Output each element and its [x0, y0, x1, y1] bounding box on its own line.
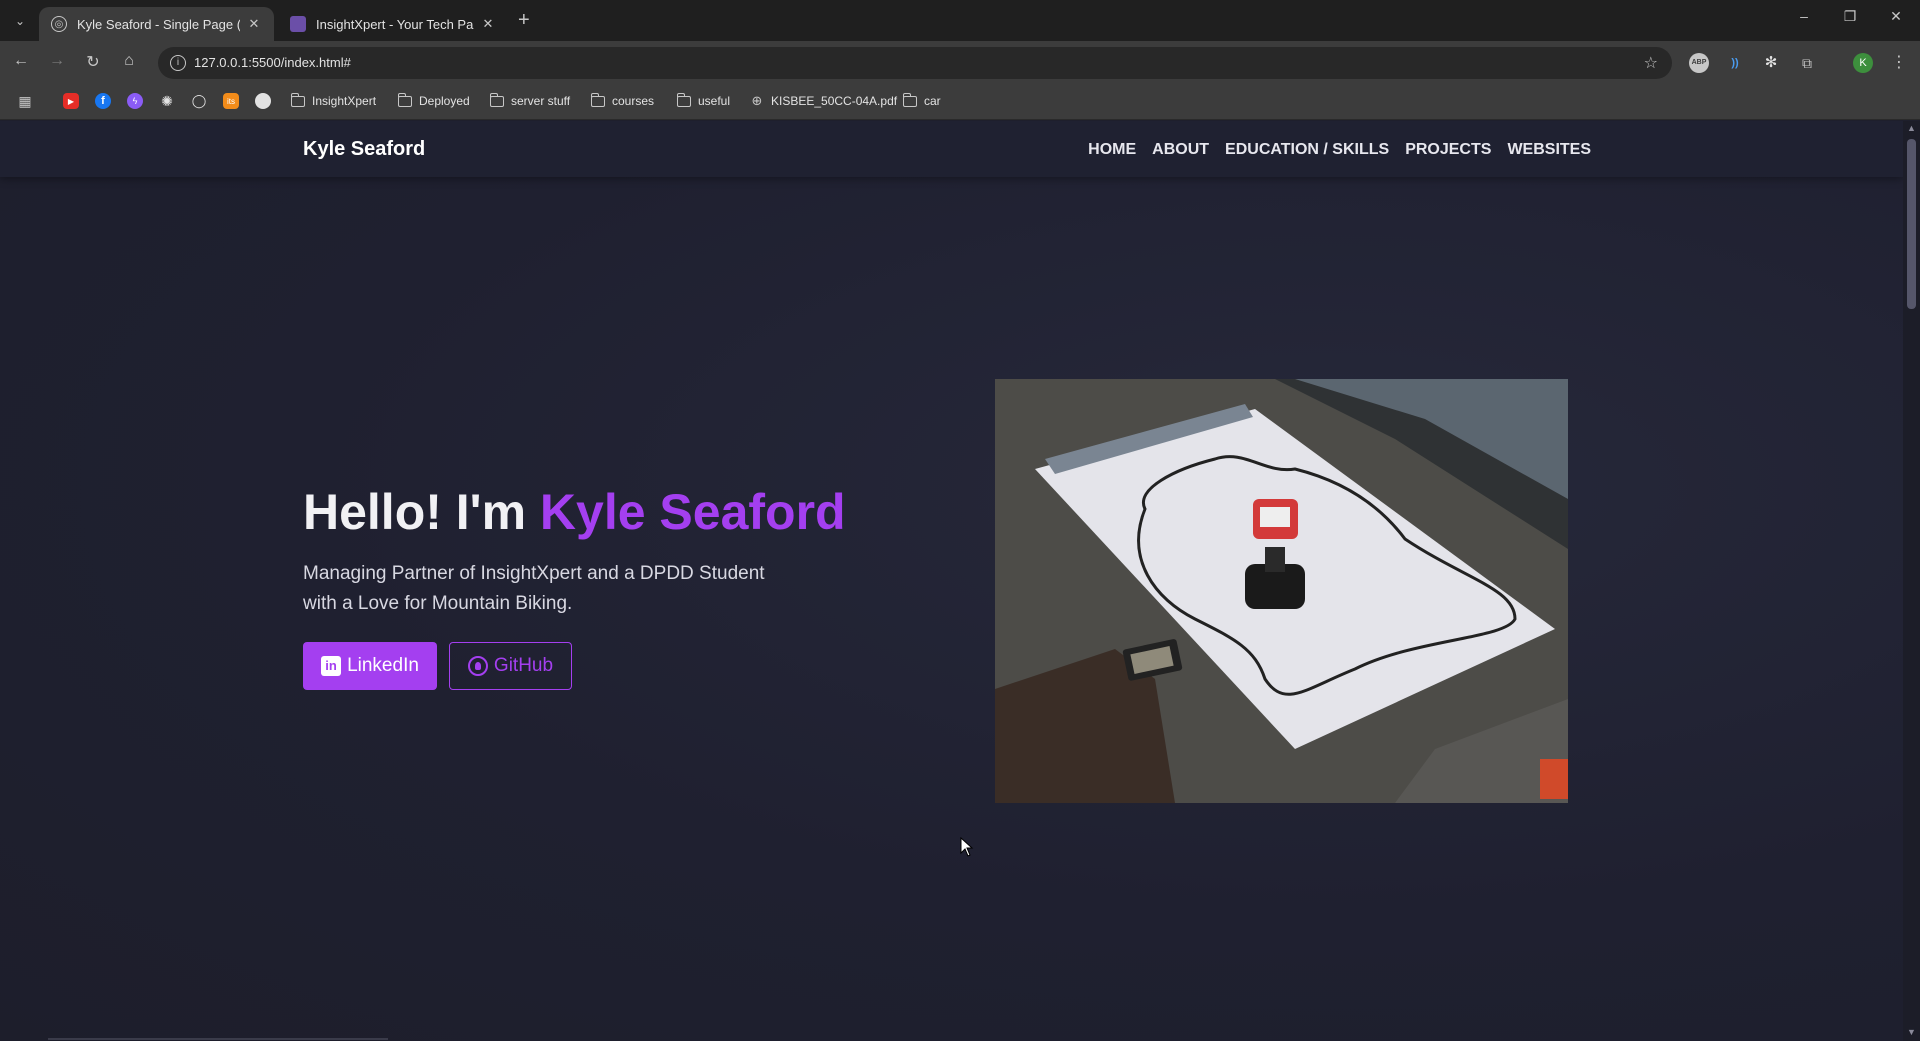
- its-bookmark-icon[interactable]: its: [223, 93, 245, 109]
- new-tab-plus-icon[interactable]: +: [518, 10, 530, 30]
- browser-tab-bar: ⌄ ◎ Kyle Seaford - Single Page (Dar ✕ In…: [0, 0, 1920, 41]
- gear-extension-icon[interactable]: ✻: [1761, 53, 1781, 73]
- scroll-down-arrow-icon[interactable]: ▼: [1907, 1027, 1916, 1037]
- scrollbar-thumb[interactable]: [1907, 139, 1916, 309]
- folder-icon: [590, 92, 606, 109]
- adblock-extension-icon[interactable]: ABP: [1689, 53, 1709, 73]
- close-tab-icon[interactable]: ✕: [480, 16, 496, 32]
- nav-link-home[interactable]: HOME: [1088, 141, 1136, 159]
- linkedin-icon: in: [321, 656, 342, 676]
- bookmark-star-icon[interactable]: ☆: [1644, 53, 1658, 73]
- github-button-label: GitHub: [493, 655, 554, 676]
- robot-track-photo-illustration: [995, 379, 1568, 803]
- youtube-bookmark-icon[interactable]: ▶: [63, 93, 85, 109]
- folder-icon: [397, 92, 413, 109]
- tab-title: Kyle Seaford - Single Page (Dar: [77, 16, 240, 32]
- github-button[interactable]: GitHub: [449, 642, 572, 690]
- chat-bubble-bookmark-icon[interactable]: ◯: [191, 93, 213, 109]
- folder-icon: [902, 92, 918, 109]
- browser-toolbar: ← → ↻ ⌂ i 127.0.0.1:5500/index.html# ☆ A…: [0, 41, 1920, 84]
- forward-arrow-icon[interactable]: →: [46, 52, 68, 70]
- bookmark-label: courses: [612, 94, 655, 108]
- bookmark-folder-courses[interactable]: courses: [590, 92, 655, 109]
- folder-icon: [676, 92, 692, 109]
- site-nav-links: HOME ABOUT EDUCATION / SKILLS PROJECTS W…: [1088, 141, 1591, 159]
- bookmark-kisbee-pdf[interactable]: ⊕ KISBEE_50CC-04A.pdf: [749, 93, 898, 109]
- scroll-up-arrow-icon[interactable]: ▲: [1907, 123, 1916, 133]
- tab-insightxpert[interactable]: InsightXpert - Your Tech Partner ✕: [278, 7, 508, 41]
- site-navbar: Kyle Seaford HOME ABOUT EDUCATION / SKIL…: [0, 121, 1903, 177]
- chatgpt-bookmark-icon[interactable]: ✺: [159, 93, 181, 109]
- page-scrollbar[interactable]: ▲ ▼: [1903, 121, 1920, 1041]
- bookmark-folder-car[interactable]: car: [902, 92, 941, 109]
- bookmark-folder-deployed[interactable]: Deployed: [397, 92, 470, 109]
- github-icon: [467, 656, 488, 676]
- hero-greeting: Hello! I'm: [303, 484, 540, 540]
- bookmark-label: InsightXpert: [312, 94, 377, 108]
- restore-icon[interactable]: ❐: [1840, 8, 1860, 25]
- hero-subtitle: Managing Partner of InsightXpert and a D…: [303, 563, 765, 614]
- tab-search-button[interactable]: ⌄: [8, 9, 32, 33]
- tab-kyle-seaford[interactable]: ◎ Kyle Seaford - Single Page (Dar ✕: [39, 7, 274, 41]
- nav-link-about[interactable]: ABOUT: [1152, 141, 1209, 159]
- tab-title: InsightXpert - Your Tech Partner: [316, 16, 474, 32]
- bookmark-folder-server-stuff[interactable]: server stuff: [489, 92, 571, 109]
- page-viewport: Kyle Seaford HOME ABOUT EDUCATION / SKIL…: [0, 121, 1903, 1041]
- insightxpert-favicon-icon: [290, 16, 306, 32]
- bookmark-label: Deployed: [419, 94, 470, 108]
- close-tab-icon[interactable]: ✕: [246, 16, 262, 32]
- hero-name: Kyle Seaford: [539, 484, 846, 540]
- nav-link-websites[interactable]: WEBSITES: [1507, 141, 1591, 159]
- bookmarks-bar: ▦ ▶ f ϟ ✺ ◯ its InsightXpert Deployed se…: [0, 84, 1920, 120]
- nav-link-education-skills[interactable]: EDUCATION / SKILLS: [1225, 141, 1389, 159]
- home-icon[interactable]: ⌂: [118, 52, 140, 70]
- wireless-extension-icon[interactable]: )): [1725, 53, 1745, 73]
- bottom-divider: [48, 1038, 388, 1040]
- browser-menu-icon[interactable]: ⋮: [1889, 53, 1909, 73]
- hero-photo-robot-track: [995, 379, 1568, 803]
- close-window-icon[interactable]: ✕: [1886, 8, 1906, 25]
- bookmark-label: KISBEE_50CC-04A.pdf: [771, 94, 898, 108]
- url-text[interactable]: 127.0.0.1:5500/index.html#: [194, 55, 351, 70]
- site-info-icon[interactable]: i: [170, 55, 186, 71]
- vscode-live-server-icon: ◎: [51, 16, 67, 32]
- linkedin-button-label: LinkedIn: [347, 655, 419, 676]
- bookmark-folder-useful[interactable]: useful: [676, 92, 731, 109]
- site-brand[interactable]: Kyle Seaford: [303, 138, 425, 161]
- back-arrow-icon[interactable]: ←: [10, 52, 32, 70]
- messenger-bookmark-icon[interactable]: ϟ: [127, 93, 149, 109]
- facebook-bookmark-icon[interactable]: f: [95, 93, 117, 109]
- linkedin-button[interactable]: in LinkedIn: [303, 642, 437, 690]
- mouse-cursor-icon: [960, 837, 974, 857]
- hero-heading: Hello! I'm Kyle Seaford: [303, 483, 846, 541]
- address-bar[interactable]: i 127.0.0.1:5500/index.html# ☆: [158, 47, 1672, 79]
- extensions-puzzle-icon[interactable]: ⧉: [1797, 53, 1817, 73]
- minimize-icon[interactable]: –: [1794, 8, 1814, 24]
- globe-icon: ⊕: [751, 93, 763, 108]
- nav-link-projects[interactable]: PROJECTS: [1405, 141, 1491, 159]
- github-bookmark-icon[interactable]: [255, 93, 277, 109]
- bookmark-label: car: [924, 94, 941, 108]
- apps-grid-icon[interactable]: ▦: [17, 93, 39, 109]
- profile-avatar[interactable]: K: [1853, 53, 1873, 73]
- bookmark-label: useful: [698, 94, 731, 108]
- bookmark-label: server stuff: [511, 94, 571, 108]
- bookmark-folder-insightxpert[interactable]: InsightXpert: [290, 92, 377, 109]
- folder-icon: [489, 92, 505, 109]
- reload-icon[interactable]: ↻: [82, 52, 104, 72]
- folder-icon: [290, 92, 306, 109]
